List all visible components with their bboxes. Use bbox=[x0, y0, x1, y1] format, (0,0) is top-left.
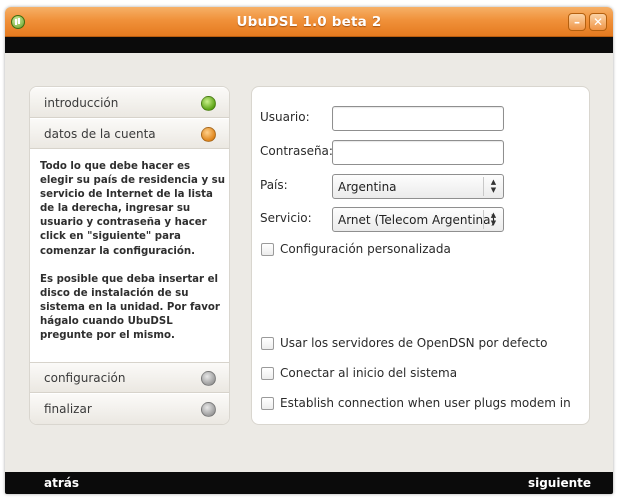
status-green-icon bbox=[201, 96, 216, 111]
servicio-value: Arnet (Telecom Argentina) bbox=[338, 213, 496, 227]
servicio-select[interactable]: Arnet (Telecom Argentina) ▲ ▼ bbox=[332, 207, 504, 232]
opendns-label: Usar los servidores de OpenDSN por defec… bbox=[280, 336, 548, 350]
pais-select[interactable]: Argentina ▲ ▼ bbox=[332, 174, 504, 199]
status-orange-icon bbox=[201, 127, 216, 142]
updown-arrows-icon: ▲ ▼ bbox=[483, 177, 503, 196]
back-button[interactable]: atrás bbox=[44, 476, 79, 490]
plug-checkbox[interactable] bbox=[261, 397, 274, 410]
step-configuracion[interactable]: configuración bbox=[30, 362, 229, 393]
usuario-label: Usuario: bbox=[260, 110, 310, 124]
custom-config-checkbox[interactable] bbox=[261, 243, 274, 256]
title-bar[interactable]: UbuDSL 1.0 beta 2 – ✕ bbox=[5, 7, 613, 37]
step-datos-cuenta[interactable]: datos de la cuenta bbox=[30, 118, 229, 149]
step-finalizar[interactable]: finalizar bbox=[30, 393, 229, 424]
usuario-input[interactable] bbox=[332, 106, 504, 131]
pais-value: Argentina bbox=[338, 180, 397, 194]
step-label: introducción bbox=[44, 96, 119, 110]
window-title: UbuDSL 1.0 beta 2 bbox=[236, 14, 382, 30]
password-input[interactable] bbox=[332, 140, 504, 165]
next-button[interactable]: siguiente bbox=[528, 476, 591, 490]
bottom-nav-bar: atrás siguiente bbox=[5, 472, 613, 494]
pais-label: País: bbox=[260, 178, 288, 192]
custom-config-label: Configuración personalizada bbox=[280, 242, 451, 256]
minimize-button[interactable]: – bbox=[568, 13, 586, 31]
step-label: datos de la cuenta bbox=[44, 127, 156, 141]
status-gray-icon bbox=[201, 371, 216, 386]
startup-checkbox[interactable] bbox=[261, 367, 274, 380]
opendns-checkbox[interactable] bbox=[261, 337, 274, 350]
steps-panel: introducción datos de la cuenta Todo lo … bbox=[29, 86, 230, 425]
status-gray-icon bbox=[201, 402, 216, 417]
close-button[interactable]: ✕ bbox=[589, 13, 607, 31]
servicio-label: Servicio: bbox=[260, 211, 312, 225]
description-paragraph: Es posible que deba insertar el disco de… bbox=[40, 273, 220, 342]
updown-arrows-icon: ▲ ▼ bbox=[483, 210, 503, 229]
app-window: UbuDSL 1.0 beta 2 – ✕ introducción datos… bbox=[5, 7, 613, 494]
description-paragraph: Todo lo que debe hacer es elegir su país… bbox=[40, 161, 225, 257]
top-banner bbox=[5, 37, 613, 53]
step-label: finalizar bbox=[44, 402, 92, 416]
step-label: configuración bbox=[44, 371, 126, 385]
plug-label: Establish connection when user plugs mod… bbox=[280, 396, 571, 410]
password-label: Contraseña: bbox=[260, 144, 333, 158]
step-introduccion[interactable]: introducción bbox=[30, 87, 229, 118]
account-form-panel: Usuario: Contraseña: País: Argentina ▲ ▼ … bbox=[251, 86, 590, 425]
step-description: Todo lo que debe hacer es elegir su país… bbox=[40, 160, 226, 357]
startup-label: Conectar al inicio del sistema bbox=[280, 366, 458, 380]
